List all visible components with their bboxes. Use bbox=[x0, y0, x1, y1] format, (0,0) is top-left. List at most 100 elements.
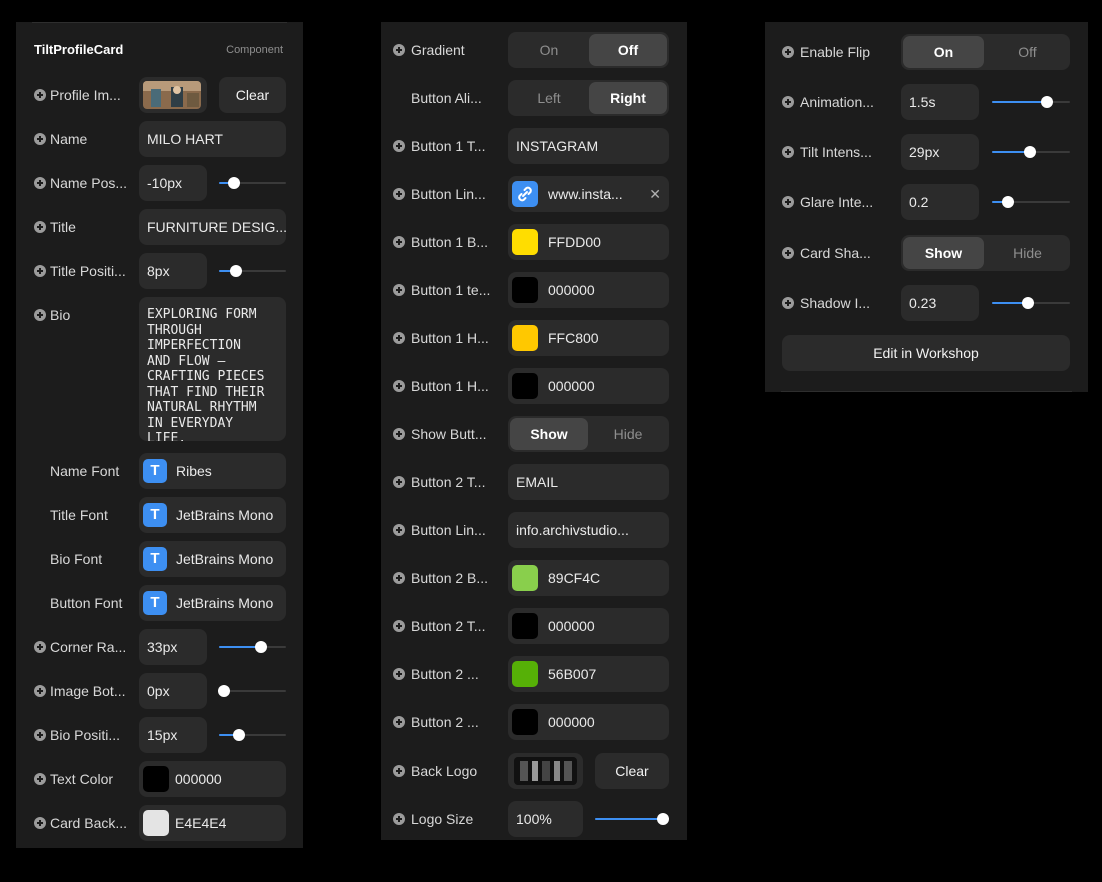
color-swatch[interactable] bbox=[512, 325, 538, 351]
card-shadow-toggle[interactable]: Show Hide bbox=[901, 235, 1070, 271]
bio-position-slider[interactable] bbox=[219, 729, 286, 741]
title-font-picker[interactable]: T JetBrains Mono bbox=[139, 497, 286, 533]
color-swatch[interactable] bbox=[512, 277, 538, 303]
plus-circle-icon[interactable] bbox=[34, 89, 46, 101]
title-position-input[interactable]: 8px bbox=[139, 253, 207, 289]
plus-circle-icon[interactable] bbox=[34, 685, 46, 697]
back-logo-field[interactable] bbox=[508, 753, 583, 789]
plus-circle-icon[interactable] bbox=[393, 380, 405, 392]
plus-circle-icon[interactable] bbox=[782, 96, 794, 108]
shadow-show-option[interactable]: Show bbox=[903, 237, 984, 269]
bio-textarea[interactable]: EXPLORING FORM THROUGH IMPERFECTION AND … bbox=[139, 297, 286, 441]
slider-knob[interactable] bbox=[229, 265, 242, 277]
show-option[interactable]: Show bbox=[510, 418, 588, 450]
color-swatch[interactable] bbox=[512, 709, 538, 735]
button1-hover-picker[interactable]: FFC800 bbox=[508, 320, 669, 356]
name-input[interactable]: MILO HART bbox=[139, 121, 286, 157]
gradient-on-option[interactable]: On bbox=[510, 34, 588, 66]
button1-bg-picker[interactable]: FFDD00 bbox=[508, 224, 669, 260]
corner-radius-slider[interactable] bbox=[219, 641, 286, 653]
slider-knob[interactable] bbox=[1001, 196, 1014, 208]
align-right-option[interactable]: Right bbox=[589, 82, 667, 114]
color-swatch[interactable] bbox=[512, 565, 538, 591]
plus-circle-icon[interactable] bbox=[393, 524, 405, 536]
button-font-picker[interactable]: T JetBrains Mono bbox=[139, 585, 286, 621]
slider-knob[interactable] bbox=[1021, 297, 1034, 309]
edit-in-workshop-button[interactable]: Edit in Workshop bbox=[782, 335, 1070, 371]
plus-circle-icon[interactable] bbox=[393, 765, 405, 777]
slider-knob[interactable] bbox=[1024, 146, 1037, 158]
plus-circle-icon[interactable] bbox=[782, 46, 794, 58]
glare-intensity-slider[interactable] bbox=[992, 196, 1070, 208]
logo-size-slider[interactable] bbox=[595, 813, 669, 825]
gradient-off-option[interactable]: Off bbox=[589, 34, 667, 66]
plus-circle-icon[interactable] bbox=[393, 44, 405, 56]
enable-flip-toggle[interactable]: On Off bbox=[901, 34, 1070, 70]
plus-circle-icon[interactable] bbox=[782, 247, 794, 259]
card-background-picker[interactable]: E4E4E4 bbox=[139, 805, 286, 841]
plus-circle-icon[interactable] bbox=[34, 729, 46, 741]
animation-slider[interactable] bbox=[992, 96, 1070, 108]
color-swatch[interactable] bbox=[143, 766, 169, 792]
shadow-intensity-input[interactable]: 0.23 bbox=[901, 285, 979, 321]
back-logo-clear-button[interactable]: Clear bbox=[595, 753, 669, 789]
image-bottom-slider[interactable] bbox=[218, 685, 286, 697]
plus-circle-icon[interactable] bbox=[393, 668, 405, 680]
plus-circle-icon[interactable] bbox=[34, 177, 46, 189]
bio-font-picker[interactable]: T JetBrains Mono bbox=[139, 541, 286, 577]
text-color-picker[interactable]: 000000 bbox=[139, 761, 286, 797]
tilt-intensity-input[interactable]: 29px bbox=[901, 134, 979, 170]
color-swatch[interactable] bbox=[512, 661, 538, 687]
show-buttons-toggle[interactable]: Show Hide bbox=[508, 416, 669, 452]
plus-circle-icon[interactable] bbox=[393, 476, 405, 488]
name-position-input[interactable]: -10px bbox=[139, 165, 207, 201]
button2-text-input[interactable]: EMAIL bbox=[508, 464, 669, 500]
plus-circle-icon[interactable] bbox=[34, 641, 46, 653]
glare-intensity-input[interactable]: 0.2 bbox=[901, 184, 979, 220]
color-swatch[interactable] bbox=[143, 810, 169, 836]
name-position-slider[interactable] bbox=[219, 177, 286, 189]
plus-circle-icon[interactable] bbox=[34, 817, 46, 829]
button2-hover-text-picker[interactable]: 000000 bbox=[508, 704, 669, 740]
color-swatch[interactable] bbox=[512, 373, 538, 399]
image-bottom-input[interactable]: 0px bbox=[139, 673, 207, 709]
slider-knob[interactable] bbox=[657, 813, 669, 825]
corner-radius-input[interactable]: 33px bbox=[139, 629, 207, 665]
color-swatch[interactable] bbox=[512, 229, 538, 255]
hide-option[interactable]: Hide bbox=[589, 418, 667, 450]
plus-circle-icon[interactable] bbox=[34, 221, 46, 233]
align-left-option[interactable]: Left bbox=[510, 82, 588, 114]
plus-circle-icon[interactable] bbox=[393, 140, 405, 152]
plus-circle-icon[interactable] bbox=[34, 309, 46, 321]
plus-circle-icon[interactable] bbox=[34, 265, 46, 277]
button2-link-input[interactable]: info.archivstudio... bbox=[508, 512, 669, 548]
name-font-picker[interactable]: T Ribes bbox=[139, 453, 286, 489]
close-icon[interactable]: ✕ bbox=[649, 176, 661, 212]
flip-on-option[interactable]: On bbox=[903, 36, 984, 68]
button1-text-color-picker[interactable]: 000000 bbox=[508, 272, 669, 308]
title-input[interactable]: FURNITURE DESIG... bbox=[139, 209, 286, 245]
button2-text-color-picker[interactable]: 000000 bbox=[508, 608, 669, 644]
animation-input[interactable]: 1.5s bbox=[901, 84, 979, 120]
slider-knob[interactable] bbox=[227, 177, 240, 189]
plus-circle-icon[interactable] bbox=[393, 236, 405, 248]
plus-circle-icon[interactable] bbox=[393, 572, 405, 584]
button-align-toggle[interactable]: Left Right bbox=[508, 80, 669, 116]
plus-circle-icon[interactable] bbox=[393, 284, 405, 296]
slider-knob[interactable] bbox=[255, 641, 268, 653]
plus-circle-icon[interactable] bbox=[393, 188, 405, 200]
plus-circle-icon[interactable] bbox=[782, 196, 794, 208]
plus-circle-icon[interactable] bbox=[393, 813, 405, 825]
bio-position-input[interactable]: 15px bbox=[139, 717, 207, 753]
slider-knob[interactable] bbox=[233, 729, 246, 741]
button2-hover-picker[interactable]: 56B007 bbox=[508, 656, 669, 692]
plus-circle-icon[interactable] bbox=[34, 773, 46, 785]
button1-link-input[interactable]: www.insta... ✕ bbox=[508, 176, 669, 212]
logo-size-input[interactable]: 100% bbox=[508, 801, 583, 837]
title-position-slider[interactable] bbox=[219, 265, 286, 277]
button1-text-input[interactable]: INSTAGRAM bbox=[508, 128, 669, 164]
profile-image-clear-button[interactable]: Clear bbox=[219, 77, 286, 113]
shadow-hide-option[interactable]: Hide bbox=[987, 237, 1068, 269]
plus-circle-icon[interactable] bbox=[393, 620, 405, 632]
slider-knob[interactable] bbox=[218, 685, 230, 697]
